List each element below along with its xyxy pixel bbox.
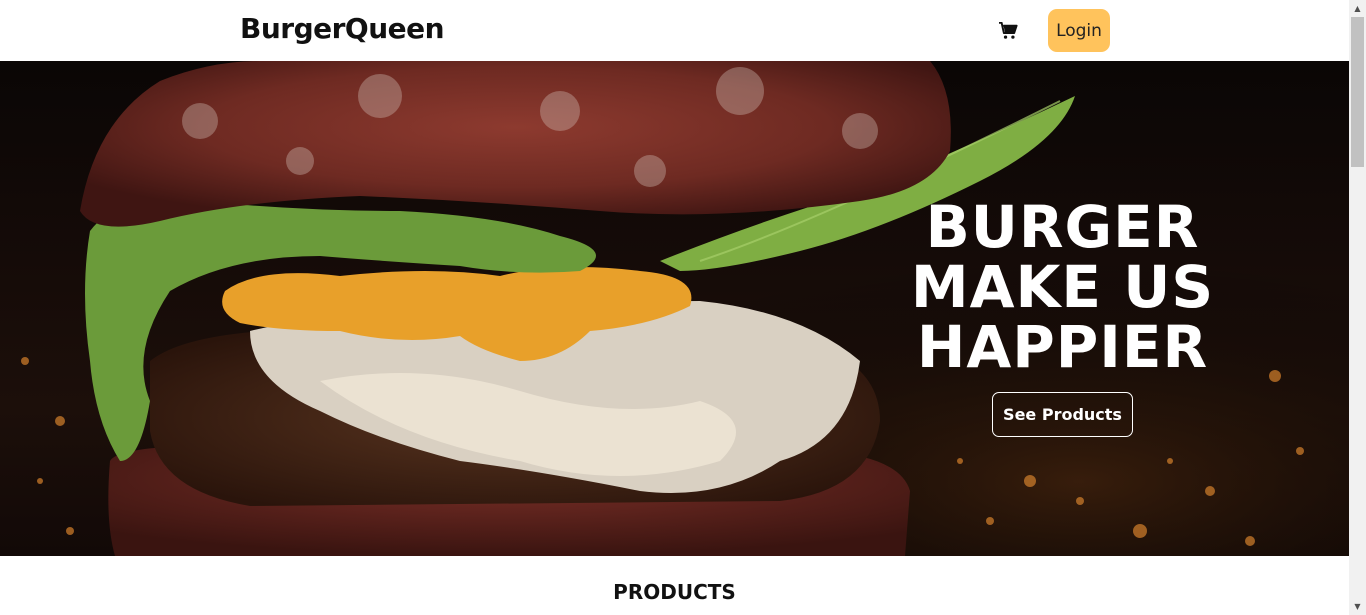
headline-line-3: HAPPIER (916, 313, 1209, 381)
arrow-up-icon[interactable]: ▲ (1349, 0, 1366, 17)
see-products-button[interactable]: See Products (992, 392, 1133, 437)
cart-button[interactable] (995, 18, 1021, 44)
scrollbar-thumb[interactable] (1351, 17, 1364, 167)
headline-line-1: BURGER (925, 193, 1200, 261)
arrow-down-icon[interactable]: ▼ (1349, 598, 1366, 615)
login-button[interactable]: Login (1048, 9, 1110, 52)
page: BurgerQueen Login BURGER MAKE US HAPPIER… (0, 0, 1349, 615)
products-heading: PRODUCTS (613, 580, 736, 604)
navbar: BurgerQueen Login (0, 0, 1349, 61)
hero-content: BURGER MAKE US HAPPIER See Products (880, 197, 1245, 437)
cart-icon (999, 22, 1018, 39)
hero-headline: BURGER MAKE US HAPPIER (880, 197, 1245, 377)
brand-logo[interactable]: BurgerQueen (240, 12, 445, 45)
vertical-scrollbar[interactable]: ▲ ▼ (1349, 0, 1366, 615)
hero-banner: BURGER MAKE US HAPPIER See Products (0, 61, 1349, 556)
headline-line-2: MAKE US (910, 253, 1215, 321)
